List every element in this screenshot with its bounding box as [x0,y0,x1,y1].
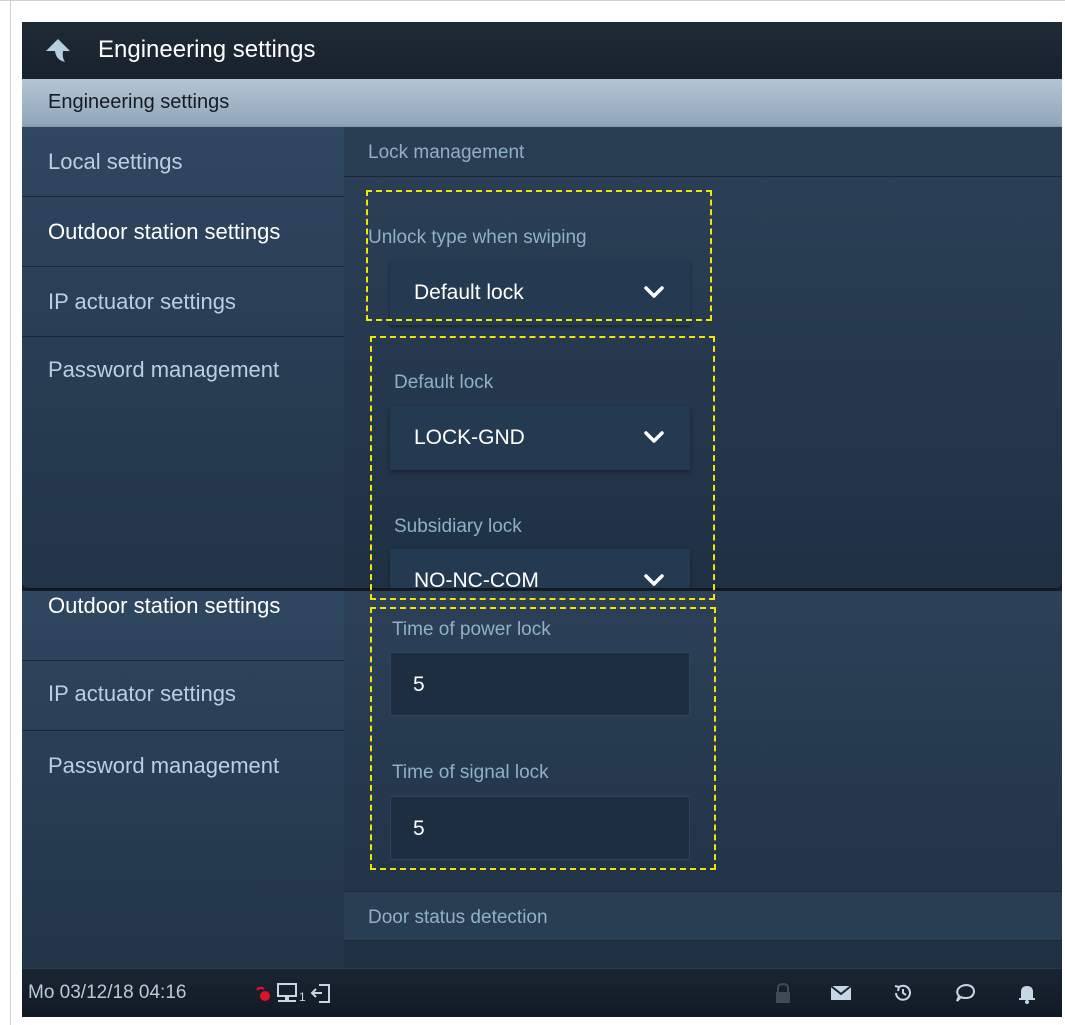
sidebar-item-label: Outdoor station settings [48,219,281,244]
back-arrow-icon[interactable] [44,36,72,64]
unlock-type-label: Unlock type when swiping [368,227,587,248]
sidebar-item-password-management[interactable]: Password management [22,337,344,407]
sidebar-item-password-management[interactable]: Password management [22,731,344,801]
sidebar-lower: Outdoor station settings IP actuator set… [22,591,344,968]
signal-lock-label: Time of signal lock [392,762,549,783]
chat-icon[interactable] [952,981,978,1005]
group-header-lock-management[interactable]: Lock management [344,127,1062,177]
sidebar-item-label: Local settings [48,149,183,174]
power-lock-value: 5 [413,673,425,696]
exit-icon[interactable] [309,981,333,1005]
sidebar-item-label: Outdoor station settings [48,593,281,618]
power-lock-label: Time of power lock [392,619,551,640]
signal-lock-value: 5 [413,817,425,840]
default-lock-label: Default lock [394,372,494,393]
frame-left-rule [10,0,11,1025]
sidebar-item-local-settings[interactable]: Local settings [22,127,344,197]
lock-icon[interactable] [770,981,796,1005]
network-index: 1 [299,990,306,1004]
page-title: Engineering settings [98,36,316,63]
chevron-down-icon [644,286,664,298]
chevron-down-icon [644,574,664,586]
message-icon[interactable] [828,981,854,1005]
sidebar-item-label: IP actuator settings [48,289,236,314]
unlock-type-value: Default lock [414,281,524,304]
power-lock-input[interactable]: 5 [390,652,690,716]
section-header: Engineering settings [22,79,1062,127]
sidebar-item-ip-actuator-settings[interactable]: IP actuator settings [22,661,344,731]
chevron-down-icon [644,431,664,443]
sidebar-item-outdoor-station-settings[interactable]: Outdoor station settings [22,197,344,267]
section-header-label: Engineering settings [48,91,230,113]
history-icon[interactable] [890,981,916,1005]
sidebar-upper: Local settings Outdoor station settings … [22,127,344,588]
content-upper: Lock management Unlock type when swiping… [344,127,1062,588]
sidebar-item-label: Password management [48,357,280,382]
group-header-door-status-detection[interactable]: Door status detection [344,891,1062,941]
subsidiary-lock-value: NO-NC-COM [414,569,539,588]
status-bar: Mo 03/12/18 04:16 1 [22,968,1062,1017]
group-header-label: Lock management [368,142,525,163]
title-bar: Engineering settings [22,22,1062,79]
subsidiary-lock-dropdown[interactable]: NO-NC-COM [390,549,690,588]
sidebar-item-label: IP actuator settings [48,681,236,706]
settings-panel-lower: Outdoor station settings IP actuator set… [22,591,1062,968]
signal-lock-input[interactable]: 5 [390,796,690,860]
sidebar-item-ip-actuator-settings[interactable]: IP actuator settings [22,267,344,337]
mute-icon[interactable] [254,981,278,1005]
bell-icon[interactable] [1014,981,1040,1005]
default-lock-value: LOCK-GND [414,426,525,449]
sidebar-item-outdoor-station-settings[interactable]: Outdoor station settings [22,591,344,661]
network-icon[interactable] [276,981,300,1005]
sidebar-item-label: Password management [48,753,280,778]
frame-top-rule [0,0,1065,1]
status-datetime: Mo 03/12/18 04:16 [28,982,187,1003]
engineering-settings-screen: Engineering settings Engineering setting… [22,22,1062,1017]
default-lock-dropdown[interactable]: LOCK-GND [390,406,690,470]
group-header-label: Door status detection [368,907,548,928]
subsidiary-lock-label: Subsidiary lock [394,516,522,537]
unlock-type-dropdown[interactable]: Default lock [390,261,690,325]
content-lower: Time of power lock 5 Time of signal lock… [344,591,1062,968]
settings-panel-upper: Local settings Outdoor station settings … [22,127,1062,588]
